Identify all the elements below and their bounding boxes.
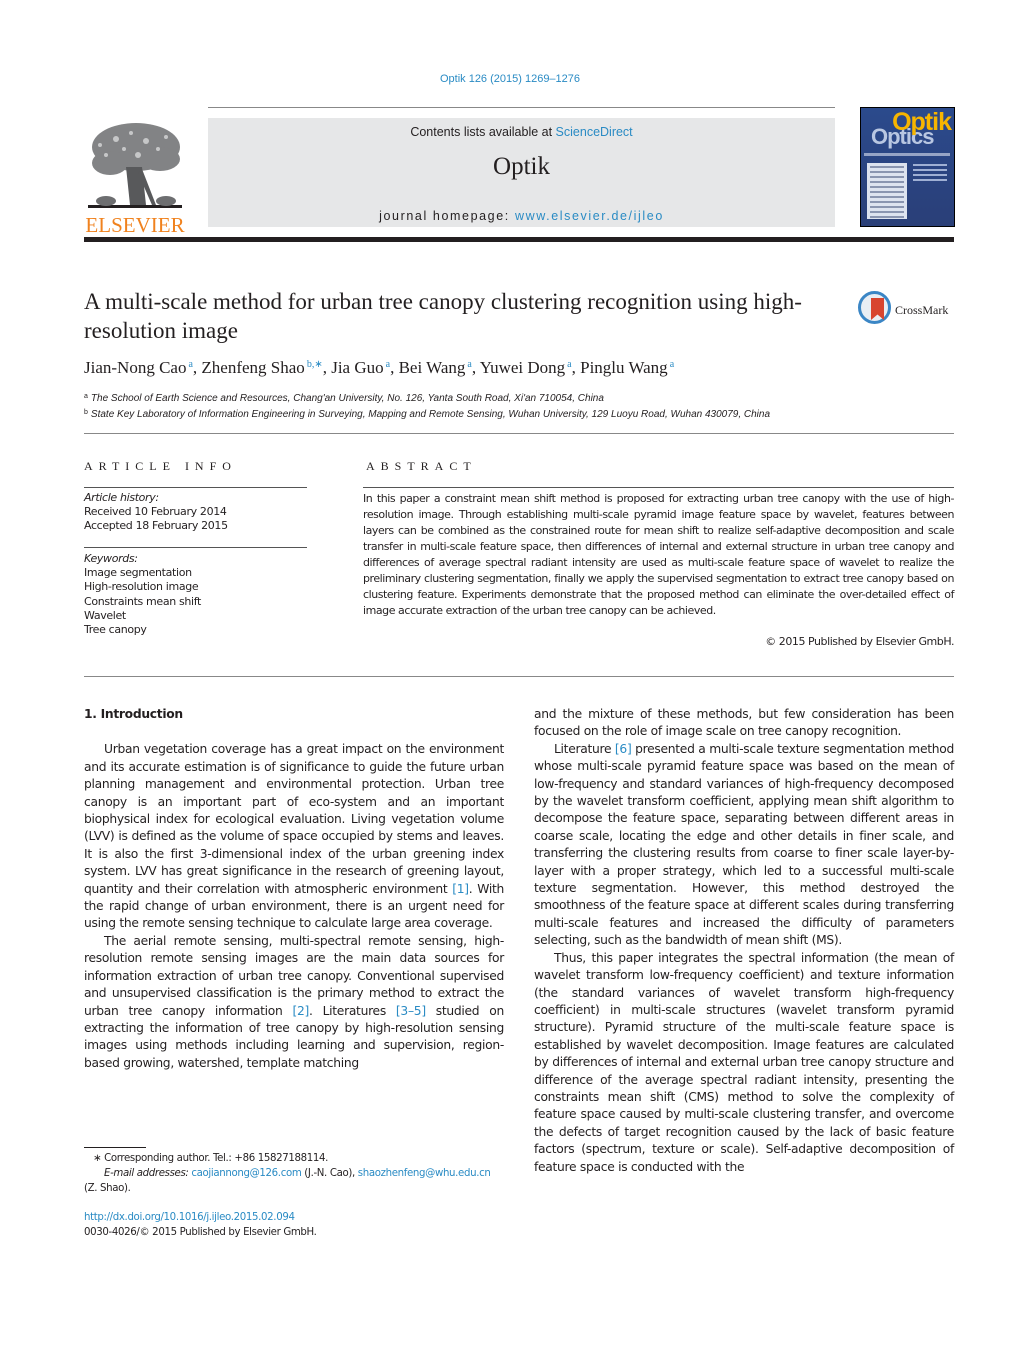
email-owner: (Z. Shao). xyxy=(84,1183,131,1194)
body-paragraph: The aerial remote sensing, multi-spectra… xyxy=(84,933,504,1072)
affiliation-b: b State Key Laboratory of Information Eng… xyxy=(84,406,954,422)
author-list: Jian-Nong Cao a, Zhenfeng Shao b,∗, Jia Gu… xyxy=(84,358,675,377)
corresponding-author-note: ∗ Corresponding author. Tel.: +86 158271… xyxy=(93,1153,329,1164)
journal-name: Optik xyxy=(493,153,550,180)
journal-homepage: journal homepage: www.elsevier.de/ijleo xyxy=(208,209,835,223)
cover-subtitle-strip xyxy=(864,153,950,156)
contents-availability: Contents lists available at ScienceDirec… xyxy=(208,125,835,139)
cover-contents-panel xyxy=(867,163,907,219)
received-date: Received 10 February 2014 xyxy=(84,505,227,519)
affiliation-mark: a xyxy=(84,393,88,400)
affiliations: a The School of Earth Science and Resourc… xyxy=(84,390,954,422)
journal-citation-link[interactable]: Optik 126 (2015) 1269–1276 xyxy=(0,73,1020,85)
body-paragraph: Urban vegetation coverage has a great im… xyxy=(84,741,504,932)
citation-link[interactable]: [1] xyxy=(452,882,469,896)
abstract-copyright: © 2015 Published by Elsevier GmbH. xyxy=(765,635,954,648)
author-affil-mark[interactable]: a xyxy=(670,359,674,370)
body-paragraph: Thus, this paper integrates the spectral… xyxy=(534,950,954,1174)
author-name[interactable]: Jian-Nong Cao xyxy=(84,358,186,377)
elsevier-wordmark: ELSEVIER xyxy=(85,213,185,237)
author-name[interactable]: Pinglu Wang xyxy=(580,358,668,377)
affiliation-a: a The School of Earth Science and Resourc… xyxy=(84,390,954,406)
email-link[interactable]: caojiannong@126.com xyxy=(191,1168,301,1179)
affiliation-text: The School of Earth Science and Resource… xyxy=(90,393,604,404)
journal-banner: Contents lists available at ScienceDirec… xyxy=(208,118,835,227)
body-column-right: and the mixture of these methods, but fe… xyxy=(534,706,954,1176)
article-title: A multi-scale method for urban tree cano… xyxy=(84,289,802,343)
keywords: Keywords: Image segmentation High-resolu… xyxy=(84,552,307,637)
body-paragraph: Literature [6] presented a multi-scale t… xyxy=(534,741,954,950)
journal-homepage-link[interactable]: www.elsevier.de/ijleo xyxy=(515,209,664,223)
affiliation-text: State Key Laboratory of Information Engi… xyxy=(90,409,771,420)
footnotes: ∗ Corresponding author. Tel.: +86 158271… xyxy=(84,1151,514,1196)
author-name[interactable]: Bei Wang xyxy=(399,358,466,377)
crossmark-label: CrossMark xyxy=(895,303,949,317)
article-history: Article history: Received 10 February 20… xyxy=(84,491,307,534)
doi-block: http://dx.doi.org/10.1016/j.ijleo.2015.0… xyxy=(84,1210,514,1240)
paragraph-text: Literature xyxy=(554,741,615,756)
header-top-rule xyxy=(208,107,835,108)
citation-link[interactable]: [3–5] xyxy=(396,1004,426,1018)
citation-link[interactable]: [2] xyxy=(293,1004,310,1018)
divider xyxy=(84,676,954,677)
header-divider-bar xyxy=(84,237,954,242)
sciencedirect-link[interactable]: ScienceDirect xyxy=(556,125,633,139)
keyword: High-resolution image xyxy=(84,580,199,594)
author-affil-mark[interactable]: a xyxy=(188,359,192,370)
homepage-prefix: journal homepage: xyxy=(379,209,515,223)
divider xyxy=(84,487,307,488)
email-addresses: E-mail addresses: caojiannong@126.com (J… xyxy=(84,1166,514,1181)
article-info-heading: ARTICLE INFO xyxy=(84,459,237,473)
divider xyxy=(84,433,954,434)
affiliation-mark: b xyxy=(84,409,88,416)
elsevier-logo[interactable]: ELSEVIER xyxy=(84,117,186,237)
author-affil-mark[interactable]: a xyxy=(567,359,571,370)
keyword: Image segmentation xyxy=(84,566,192,580)
contents-prefix: Contents lists available at xyxy=(410,125,556,139)
body-paragraph: and the mixture of these methods, but fe… xyxy=(534,707,954,739)
crossmark-icon xyxy=(858,291,891,324)
paragraph-text: . Literatures xyxy=(309,1003,396,1018)
cover-title-optik: Optik xyxy=(892,108,952,136)
history-label: Article history: xyxy=(84,491,159,504)
footnote-rule xyxy=(84,1147,146,1148)
crossmark-ribbon-icon xyxy=(871,298,884,320)
journal-cover-thumbnail[interactable]: Optics Optik xyxy=(860,107,955,227)
keyword: Wavelet xyxy=(84,608,126,622)
author-affil-mark[interactable]: a xyxy=(467,359,471,370)
paragraph-text: Urban vegetation coverage has a great im… xyxy=(84,742,504,896)
email-label: E-mail addresses: xyxy=(104,1168,192,1179)
keywords-label: Keywords: xyxy=(84,552,138,565)
abstract-heading: ABSTRACT xyxy=(366,459,477,473)
abstract-text: In this paper a constraint mean shift me… xyxy=(363,492,954,617)
author-name[interactable]: Yuwei Dong xyxy=(480,358,565,377)
elsevier-tree-icon xyxy=(88,123,182,208)
cover-side-text xyxy=(913,164,947,184)
divider xyxy=(363,487,954,488)
journal-header: ELSEVIER Contents lists available at Sci… xyxy=(84,107,955,237)
issn-copyright: 0030-4026/© 2015 Published by Elsevier G… xyxy=(84,1227,317,1238)
accepted-date: Accepted 18 February 2015 xyxy=(84,519,228,533)
paragraph-text: presented a multi-scale texture segmenta… xyxy=(534,741,954,948)
crossmark-badge[interactable]: CrossMark xyxy=(858,291,958,329)
author-affil-mark[interactable]: b,∗ xyxy=(307,359,323,370)
author-name[interactable]: Zhenfeng Shao xyxy=(201,358,304,377)
keyword: Tree canopy xyxy=(84,623,147,637)
section-heading-introduction: 1. Introduction xyxy=(84,707,183,721)
citation-link[interactable]: [6] xyxy=(615,742,632,756)
doi-link[interactable]: http://dx.doi.org/10.1016/j.ijleo.2015.0… xyxy=(84,1210,514,1225)
email-owner: (J.-N. Cao), xyxy=(301,1168,358,1179)
divider xyxy=(84,547,307,548)
keyword: Constraints mean shift xyxy=(84,594,202,608)
author-affil-mark[interactable]: a xyxy=(386,359,390,370)
body-column-left: 1. Introduction Urban vegetation coverag… xyxy=(84,706,504,1072)
author-name[interactable]: Jia Guo xyxy=(331,358,383,377)
email-link[interactable]: shaozhenfeng@whu.edu.cn xyxy=(358,1168,491,1179)
